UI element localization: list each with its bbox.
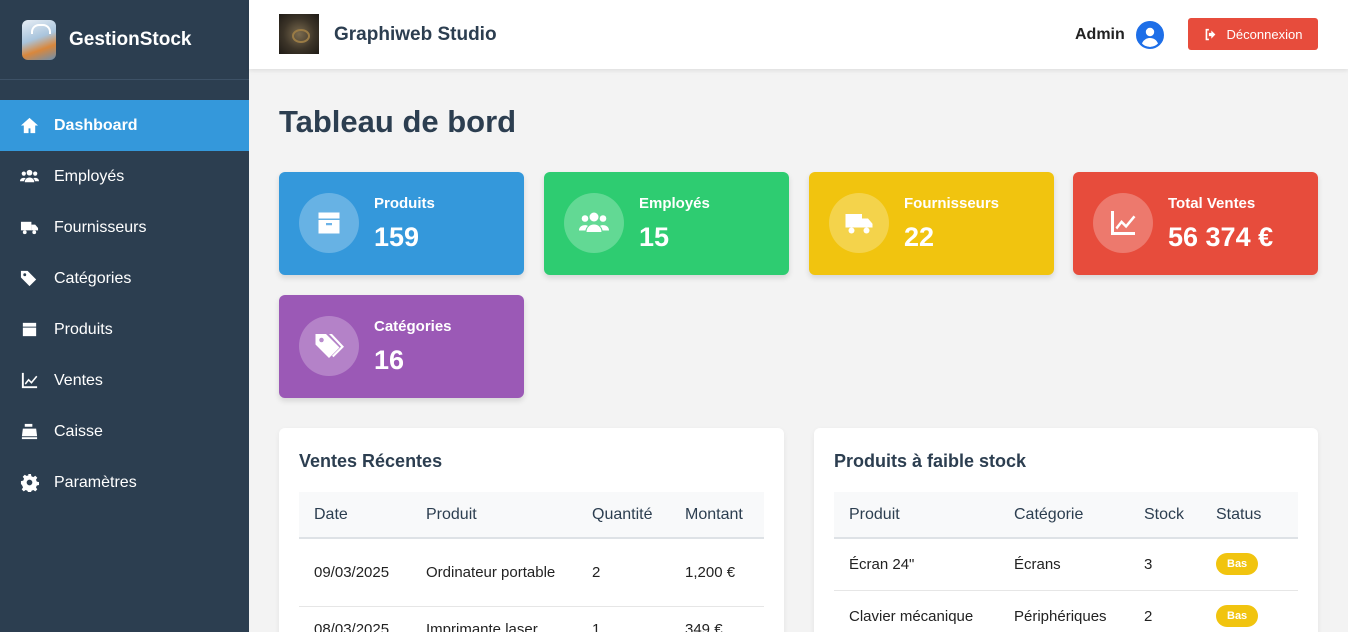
stat-card-produits[interactable]: Produits 159	[279, 172, 524, 275]
stat-label: Fournisseurs	[904, 195, 1000, 212]
table-cell: Bas	[1201, 538, 1298, 591]
stat-label: Total Ventes	[1168, 195, 1256, 212]
users-icon	[19, 167, 39, 187]
sidebar-item-parametres[interactable]: Paramètres	[0, 457, 249, 508]
recent-sales-panel: Ventes Récentes Date Produit Quantité Mo…	[279, 428, 784, 632]
panel-title: Produits à faible stock	[834, 451, 1027, 471]
table-cell: Écran 24"	[834, 538, 999, 591]
studio-logo	[279, 14, 319, 54]
panel-title: Ventes Récentes	[299, 451, 443, 471]
low-stock-panel: Produits à faible stock Produit Catégori…	[814, 428, 1318, 632]
sidebar-nav: Dashboard Employés Fournisseurs Catégori…	[0, 100, 249, 508]
table-cell: 2	[577, 538, 670, 607]
sidebar-item-produits[interactable]: Produits	[0, 304, 249, 355]
sidebar-item-dashboard[interactable]: Dashboard	[0, 100, 249, 151]
recent-sales-table: Date Produit Quantité Montant 09/03/2025…	[299, 492, 764, 632]
table-cell: Imprimante laser	[411, 606, 577, 632]
chart-line-icon	[19, 371, 39, 391]
sidebar-item-employes[interactable]: Employés	[0, 151, 249, 202]
column-header[interactable]: Montant	[670, 492, 764, 539]
tags-icon	[299, 316, 359, 376]
table-cell: 1	[577, 606, 670, 632]
sidebar: GestionStock Dashboard Employés Fourniss…	[0, 0, 249, 632]
stat-label: Employés	[639, 195, 710, 212]
table-row[interactable]: Clavier mécanique Périphériques 2 Bas	[834, 590, 1298, 632]
chart-line-icon	[1093, 193, 1153, 253]
table-row[interactable]: Écran 24" Écrans 3 Bas	[834, 538, 1298, 591]
table-header-row: Date Produit Quantité Montant	[299, 492, 764, 539]
column-header[interactable]: Status	[1201, 492, 1298, 539]
sidebar-item-label: Catégories	[54, 269, 132, 287]
sidebar-item-label: Produits	[54, 320, 113, 338]
status-badge: Bas	[1216, 553, 1259, 576]
table-header-row: Produit Catégorie Stock Status	[834, 492, 1298, 539]
brand[interactable]: GestionStock	[0, 0, 249, 80]
column-header[interactable]: Catégorie	[999, 492, 1129, 539]
column-header[interactable]: Produit	[411, 492, 577, 539]
sidebar-item-label: Dashboard	[54, 116, 138, 134]
table-cell: 2	[1129, 590, 1201, 632]
brand-name: GestionStock	[69, 28, 192, 50]
stat-value: 22	[904, 222, 935, 252]
sidebar-item-label: Employés	[54, 167, 125, 185]
sidebar-item-caisse[interactable]: Caisse	[0, 406, 249, 457]
brand-logo	[22, 19, 56, 60]
table-cell: 3	[1129, 538, 1201, 591]
stat-value: 159	[374, 222, 420, 252]
sidebar-item-label: Caisse	[54, 422, 103, 440]
tags-icon	[19, 269, 39, 289]
table-cell: 08/03/2025	[299, 606, 411, 632]
logout-label: Déconnexion	[1226, 26, 1303, 42]
table-cell: 1,200 €	[670, 538, 764, 607]
gear-icon	[19, 473, 39, 493]
table-cell: Périphériques	[999, 590, 1129, 632]
truck-icon	[19, 218, 39, 238]
sidebar-item-fournisseurs[interactable]: Fournisseurs	[0, 202, 249, 253]
box-icon	[299, 193, 359, 253]
table-cell: Bas	[1201, 590, 1298, 632]
studio-name: Graphiweb Studio	[334, 24, 497, 45]
sidebar-item-label: Fournisseurs	[54, 218, 147, 236]
truck-icon	[829, 193, 889, 253]
logout-icon	[1205, 28, 1215, 40]
sidebar-item-ventes[interactable]: Ventes	[0, 355, 249, 406]
table-cell: Ordinateur portable	[411, 538, 577, 607]
column-header[interactable]: Quantité	[577, 492, 670, 539]
stat-value: 56 374 €	[1168, 222, 1274, 252]
stat-value: 15	[639, 222, 670, 252]
stat-label: Catégories	[374, 318, 452, 335]
user-avatar-icon[interactable]	[1136, 21, 1164, 49]
column-header[interactable]: Produit	[834, 492, 999, 539]
stat-value: 16	[374, 345, 405, 375]
low-stock-table: Produit Catégorie Stock Status Écran 24"…	[834, 492, 1298, 632]
users-icon	[564, 193, 624, 253]
user-name: Admin	[1075, 26, 1125, 43]
stat-card-total-ventes[interactable]: Total Ventes 56 374 €	[1073, 172, 1318, 275]
table-row[interactable]: 08/03/2025 Imprimante laser 1 349 €	[299, 606, 764, 632]
home-icon	[19, 116, 39, 136]
stat-card-employes[interactable]: Employés 15	[544, 172, 789, 275]
column-header[interactable]: Stock	[1129, 492, 1201, 539]
page-title: Tableau de bord	[279, 104, 517, 139]
cash-register-icon	[19, 422, 39, 442]
stat-label: Produits	[374, 195, 435, 212]
box-icon	[19, 320, 39, 340]
table-cell: Clavier mécanique	[834, 590, 999, 632]
table-cell: 349 €	[670, 606, 764, 632]
table-cell: Écrans	[999, 538, 1129, 591]
column-header[interactable]: Date	[299, 492, 411, 539]
sidebar-item-categories[interactable]: Catégories	[0, 253, 249, 304]
table-cell: 09/03/2025	[299, 538, 411, 607]
top-header: Graphiweb Studio Admin Déconnexion	[249, 0, 1348, 69]
status-badge: Bas	[1216, 605, 1259, 627]
stat-card-fournisseurs[interactable]: Fournisseurs 22	[809, 172, 1054, 275]
table-row[interactable]: 09/03/2025 Ordinateur portable 2 1,200 €	[299, 538, 764, 607]
logout-button[interactable]: Déconnexion	[1188, 18, 1318, 50]
stat-card-categories[interactable]: Catégories 16	[279, 295, 524, 398]
sidebar-item-label: Paramètres	[54, 473, 137, 491]
sidebar-item-label: Ventes	[54, 371, 103, 389]
